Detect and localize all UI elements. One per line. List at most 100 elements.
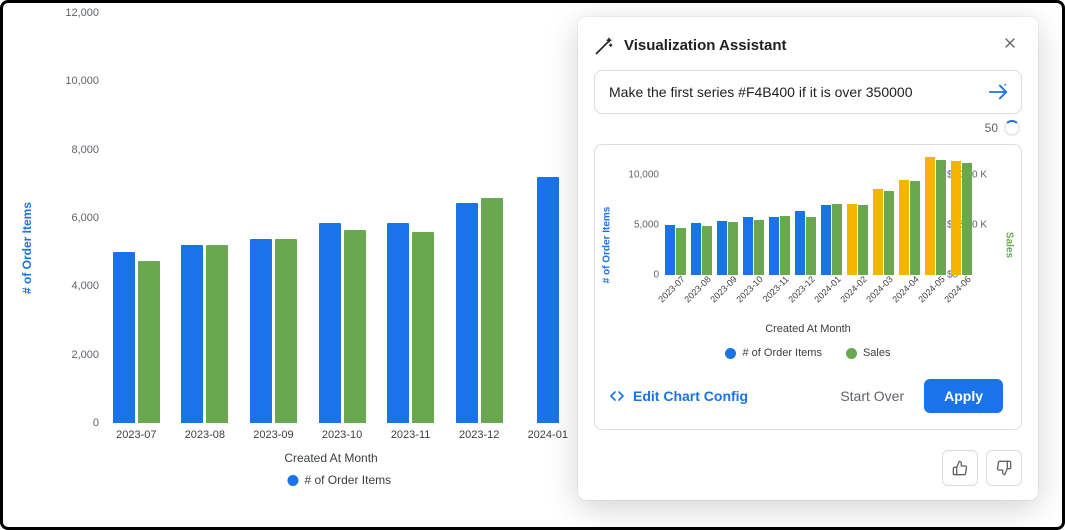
bar-group: 2024-03 — [873, 189, 894, 275]
bar — [319, 223, 341, 423]
bar — [899, 180, 909, 275]
edit-chart-config-label: Edit Chart Config — [633, 388, 748, 404]
bar — [665, 225, 675, 275]
prompt-field-wrapper — [594, 70, 1022, 114]
bar — [250, 239, 272, 424]
bar-group: 2023-09 — [248, 239, 299, 424]
x-tick-label: 2024-01 — [528, 429, 568, 441]
bar — [873, 189, 883, 275]
preview-y-axis-right-label: Sales — [1004, 232, 1015, 258]
bar — [717, 221, 727, 275]
bar — [925, 157, 935, 275]
x-tick-label: 2024-04 — [890, 274, 920, 304]
preview-actions: Edit Chart Config Start Over Apply — [609, 369, 1007, 415]
bar — [456, 203, 478, 423]
x-tick-label: 2023-09 — [708, 274, 738, 304]
legend-label: # of Order Items — [742, 347, 821, 359]
legend-label: # of Order Items — [304, 473, 391, 487]
apply-button[interactable]: Apply — [924, 379, 1003, 413]
prompt-counter-row: 50 — [578, 114, 1038, 138]
bar — [806, 217, 816, 275]
start-over-button[interactable]: Start Over — [834, 380, 910, 412]
code-icon — [609, 388, 625, 404]
bar-group: 2024-05 — [925, 157, 946, 275]
panel-title: Visualization Assistant — [624, 37, 787, 54]
chart-plot-area: 2023-07 2023-08 2023-09 2023-10 2023-11 2023-… — [107, 13, 573, 423]
legend-dot-icon — [846, 348, 857, 359]
x-tick-label: 2023-08 — [682, 274, 712, 304]
bar-group: 2024-01 — [821, 204, 842, 275]
bar — [743, 217, 753, 275]
preview-card: # of Order Items Sales 05,00010,000 $0$2… — [594, 144, 1022, 430]
bar — [387, 223, 409, 423]
x-tick-label: 2023-09 — [253, 429, 293, 441]
bar — [181, 245, 203, 423]
bar — [412, 232, 434, 423]
bar — [275, 239, 297, 424]
bar — [481, 198, 503, 424]
x-tick-label: 2024-05 — [916, 274, 946, 304]
visualization-assistant-panel: Visualization Assistant 50 # of Order It… — [578, 17, 1038, 500]
bar-group: 2023-12 — [795, 211, 816, 276]
x-tick-label: 2023-07 — [656, 274, 686, 304]
bar — [138, 261, 160, 423]
bar — [344, 230, 366, 423]
bar — [780, 216, 790, 275]
y-axis-ticks: 02,0004,0006,0008,00010,00012,000 — [65, 13, 99, 423]
prompt-input[interactable] — [607, 83, 977, 101]
x-tick-label: 2024-02 — [838, 274, 868, 304]
legend-dot-icon — [287, 475, 298, 486]
preview-legend: # of Order Items Sales — [609, 347, 1007, 359]
bar — [206, 245, 228, 423]
bar-group: 2023-08 — [180, 245, 231, 423]
bar-group: 2023-12 — [454, 198, 505, 424]
bar-group: 2023-11 — [385, 223, 436, 423]
edit-chart-config-button[interactable]: Edit Chart Config — [609, 388, 748, 404]
x-tick-label: 2023-10 — [322, 429, 362, 441]
preview-y-ticks-left: 05,00010,000 — [623, 155, 659, 275]
bar-group: 2023-07 — [665, 225, 686, 275]
close-button[interactable] — [998, 31, 1022, 60]
send-icon — [987, 81, 1009, 103]
thumbs-down-icon — [996, 460, 1012, 476]
send-button[interactable] — [987, 81, 1009, 103]
bar-group: 2023-11 — [769, 216, 790, 275]
bar — [962, 163, 972, 275]
preview-y-axis-left-label: # of Order Items — [602, 207, 613, 284]
x-tick-label: 2024-03 — [864, 274, 894, 304]
y-axis-label: # of Order Items — [20, 202, 34, 294]
x-tick-label: 2023-11 — [760, 274, 790, 304]
bar-group: 2024-04 — [899, 180, 920, 275]
x-axis-label: Created At Month — [284, 451, 377, 465]
x-tick-label: 2024-01 — [812, 274, 842, 304]
bar — [832, 204, 842, 275]
x-tick-label: 2023-12 — [786, 274, 816, 304]
spinner-icon — [1004, 120, 1020, 136]
bar — [858, 205, 868, 275]
bar — [676, 228, 686, 275]
bar — [537, 177, 559, 423]
magic-wand-icon — [594, 36, 614, 56]
legend-dot-icon — [725, 348, 736, 359]
x-tick-label: 2023-12 — [459, 429, 499, 441]
bar-group: 2023-08 — [691, 223, 712, 275]
close-icon — [1002, 35, 1018, 51]
preview-x-axis-label: Created At Month — [765, 323, 851, 335]
bar — [702, 226, 712, 275]
thumbs-up-button[interactable] — [942, 450, 978, 486]
x-tick-label: 2023-07 — [116, 429, 156, 441]
bar-group: 2023-09 — [717, 221, 738, 275]
chart-legend: # of Order Items — [287, 473, 391, 487]
bar — [884, 191, 894, 275]
preview-chart: # of Order Items Sales 05,00010,000 $0$2… — [609, 155, 1007, 369]
bar — [769, 217, 779, 276]
thumbs-up-icon — [952, 460, 968, 476]
bar-group: 2023-07 — [111, 252, 162, 423]
bar — [847, 204, 857, 275]
thumbs-down-button[interactable] — [986, 450, 1022, 486]
bar-group: 2023-10 — [317, 223, 368, 423]
x-tick-label: 2023-08 — [185, 429, 225, 441]
bar — [910, 181, 920, 275]
bar — [728, 222, 738, 275]
panel-header: Visualization Assistant — [578, 17, 1038, 70]
